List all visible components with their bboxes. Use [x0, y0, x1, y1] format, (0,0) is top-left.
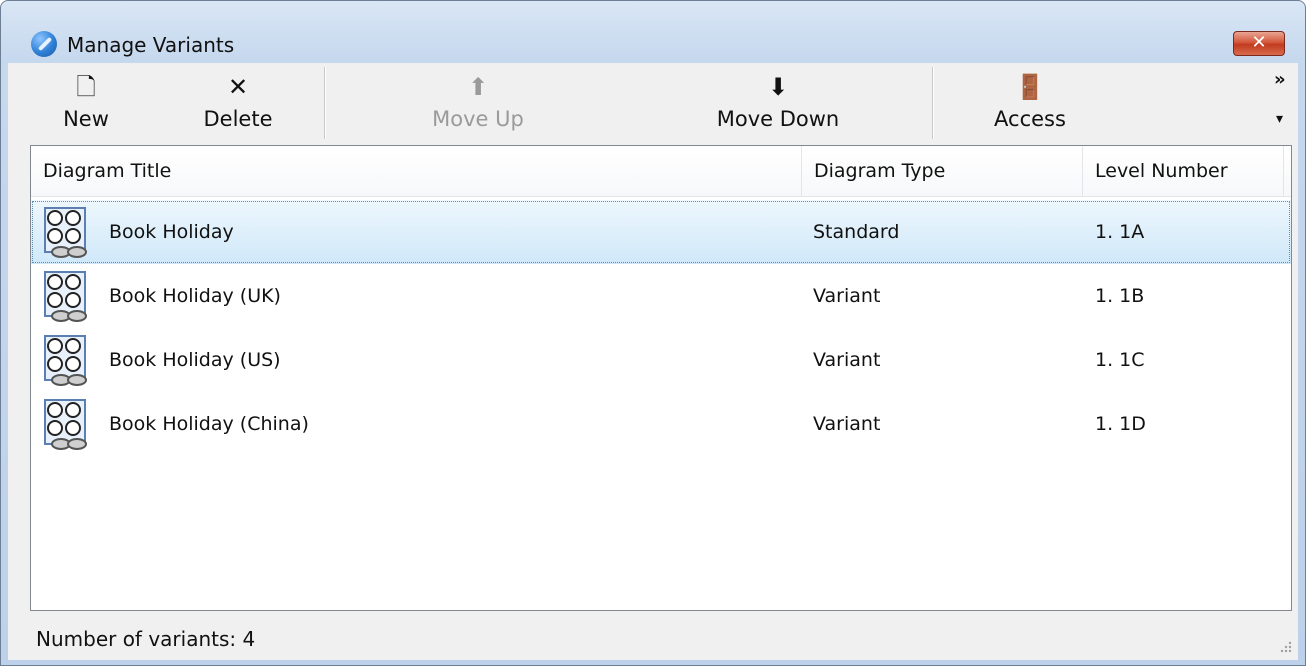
diagram-variant-icon [44, 335, 87, 386]
column-header-diagram-title[interactable]: Diagram Title [31, 146, 801, 196]
toolbar-dropdown-icon[interactable]: ▾ [1276, 111, 1283, 127]
list-item[interactable]: Book Holiday Standard 1. 1A [31, 200, 1291, 264]
status-bar: Number of variants: 4 [18, 625, 1292, 657]
dialog-body: 🗋 New ✕ Delete ⬆ Move Up ⬇ Move Down 🚪 A… [8, 63, 1298, 660]
diagram-variant-icon [44, 207, 87, 258]
new-button[interactable]: 🗋 New [36, 63, 136, 143]
manage-variants-window: Manage Variants ✕ 🗋 New ✕ Delete ⬆ Move … [0, 0, 1306, 666]
close-button[interactable]: ✕ [1233, 31, 1285, 56]
cell-level-number: 1. 1B [1095, 285, 1145, 307]
list-item[interactable]: Book Holiday (China) Variant 1. 1D [31, 392, 1291, 456]
window-title: Manage Variants [67, 33, 235, 57]
cell-diagram-type: Variant [813, 413, 881, 435]
move-up-button-label: Move Up [432, 107, 524, 131]
cell-diagram-type: Variant [813, 349, 881, 371]
door-exit-icon: 🚪 [1015, 73, 1045, 101]
column-header-diagram-type[interactable]: Diagram Type [802, 146, 1082, 196]
title-bar[interactable]: Manage Variants ✕ [1, 1, 1305, 63]
app-logo-icon [31, 31, 57, 57]
cell-level-number: 1. 1D [1095, 413, 1146, 435]
list-item[interactable]: Book Holiday (US) Variant 1. 1C [31, 328, 1291, 392]
access-button[interactable]: 🚪 Access [970, 63, 1090, 143]
move-up-button[interactable]: ⬆ Move Up [403, 63, 553, 143]
move-down-button[interactable]: ⬇ Move Down [698, 63, 858, 143]
delete-button[interactable]: ✕ Delete [188, 63, 288, 143]
variant-count-status: Number of variants: 4 [36, 627, 256, 651]
diagram-variant-icon [44, 271, 87, 322]
list-item[interactable]: Book Holiday (UK) Variant 1. 1B [31, 264, 1291, 328]
toolbar-separator [932, 67, 934, 139]
column-header-level-number[interactable]: Level Number [1083, 146, 1283, 196]
cell-level-number: 1. 1A [1095, 221, 1145, 243]
toolbar: 🗋 New ✕ Delete ⬆ Move Up ⬇ Move Down 🚪 A… [8, 63, 1298, 143]
delete-x-icon: ✕ [227, 73, 249, 101]
cell-diagram-type: Variant [813, 285, 881, 307]
cell-diagram-title: Book Holiday [109, 221, 234, 243]
cell-level-number: 1. 1C [1095, 349, 1145, 371]
column-divider[interactable] [1283, 146, 1284, 196]
new-button-label: New [63, 107, 109, 131]
toolbar-separator [324, 67, 326, 139]
cell-diagram-title: Book Holiday (UK) [109, 285, 281, 307]
cell-diagram-title: Book Holiday (China) [109, 413, 309, 435]
arrow-up-icon: ⬆ [467, 73, 489, 101]
cell-diagram-title: Book Holiday (US) [109, 349, 281, 371]
arrow-down-icon: ⬇ [767, 73, 789, 101]
delete-button-label: Delete [203, 107, 273, 131]
diagram-variant-icon [44, 399, 87, 450]
move-down-button-label: Move Down [716, 107, 840, 131]
access-button-label: Access [994, 107, 1066, 131]
variants-list[interactable]: Diagram Title Diagram Type Level Number [30, 145, 1292, 611]
resize-grip-icon[interactable] [1278, 639, 1292, 653]
toolbar-overflow-chevron-icon[interactable]: » [1274, 69, 1286, 90]
new-document-icon: 🗋 [76, 73, 96, 101]
list-header: Diagram Title Diagram Type Level Number [31, 146, 1291, 197]
cell-diagram-type: Standard [813, 221, 900, 243]
